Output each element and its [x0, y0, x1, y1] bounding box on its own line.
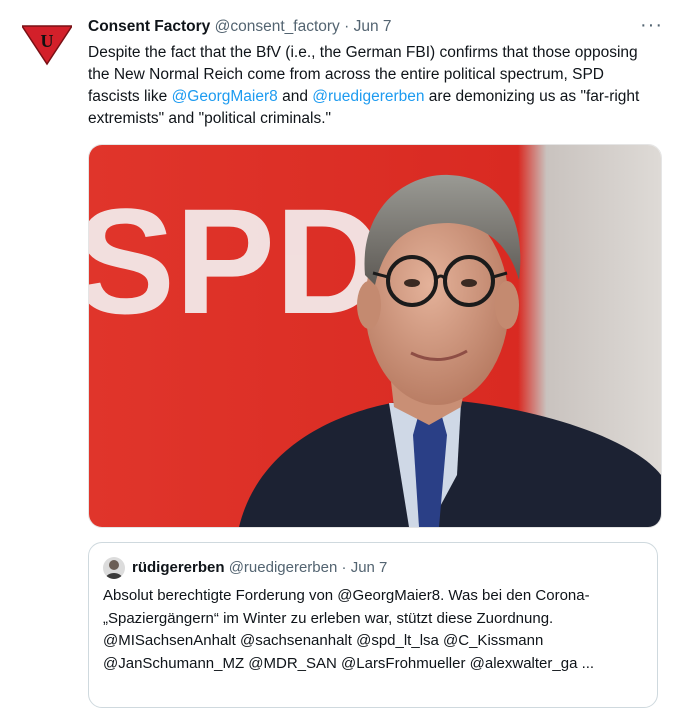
tweet-text-part: and — [277, 88, 313, 105]
ruedigererben-avatar[interactable] — [103, 557, 125, 579]
eye — [461, 279, 477, 287]
user-handle[interactable]: @consent_factory — [215, 18, 340, 35]
tweet-date[interactable]: Jun 7 — [354, 18, 392, 35]
eye — [404, 279, 420, 287]
mention-ruedigererben[interactable]: @ruedigererben — [312, 88, 424, 105]
quoted-user-handle[interactable]: @ruedigererben — [229, 559, 338, 576]
consent-factory-avatar[interactable]: U — [20, 24, 74, 66]
quoted-tweet[interactable]: rüdigererben @ruedigererben · Jun 7 Abso… — [88, 542, 658, 708]
tweet-photo[interactable]: SPD — [88, 144, 662, 528]
photo-sign-text: SPD — [89, 177, 383, 345]
quoted-tweet-header: rüdigererben @ruedigererben · Jun 7 — [132, 559, 387, 576]
tweet-text: Despite the fact that the BfV (i.e., the… — [88, 42, 648, 130]
quoted-tweet-text: Absolut berechtigte Forderung von @Georg… — [103, 587, 595, 672]
mention-georgmaier8[interactable]: @GeorgMaier8 — [172, 88, 278, 105]
tweet[interactable]: U Consent Factory @consent_factory · Jun… — [0, 0, 677, 726]
ear — [495, 281, 519, 329]
quoted-display-name[interactable]: rüdigererben — [132, 559, 225, 576]
quoted-tweet-date[interactable]: Jun 7 — [351, 559, 388, 576]
more-options-icon[interactable]: ··· — [640, 14, 663, 37]
separator-dot: · — [344, 18, 350, 35]
separator-dot: · — [341, 559, 347, 576]
avatar-letter: U — [41, 31, 54, 51]
ear — [357, 281, 381, 329]
display-name[interactable]: Consent Factory — [88, 18, 210, 35]
tweet-header: Consent Factory @consent_factory · Jun 7 — [88, 18, 392, 36]
